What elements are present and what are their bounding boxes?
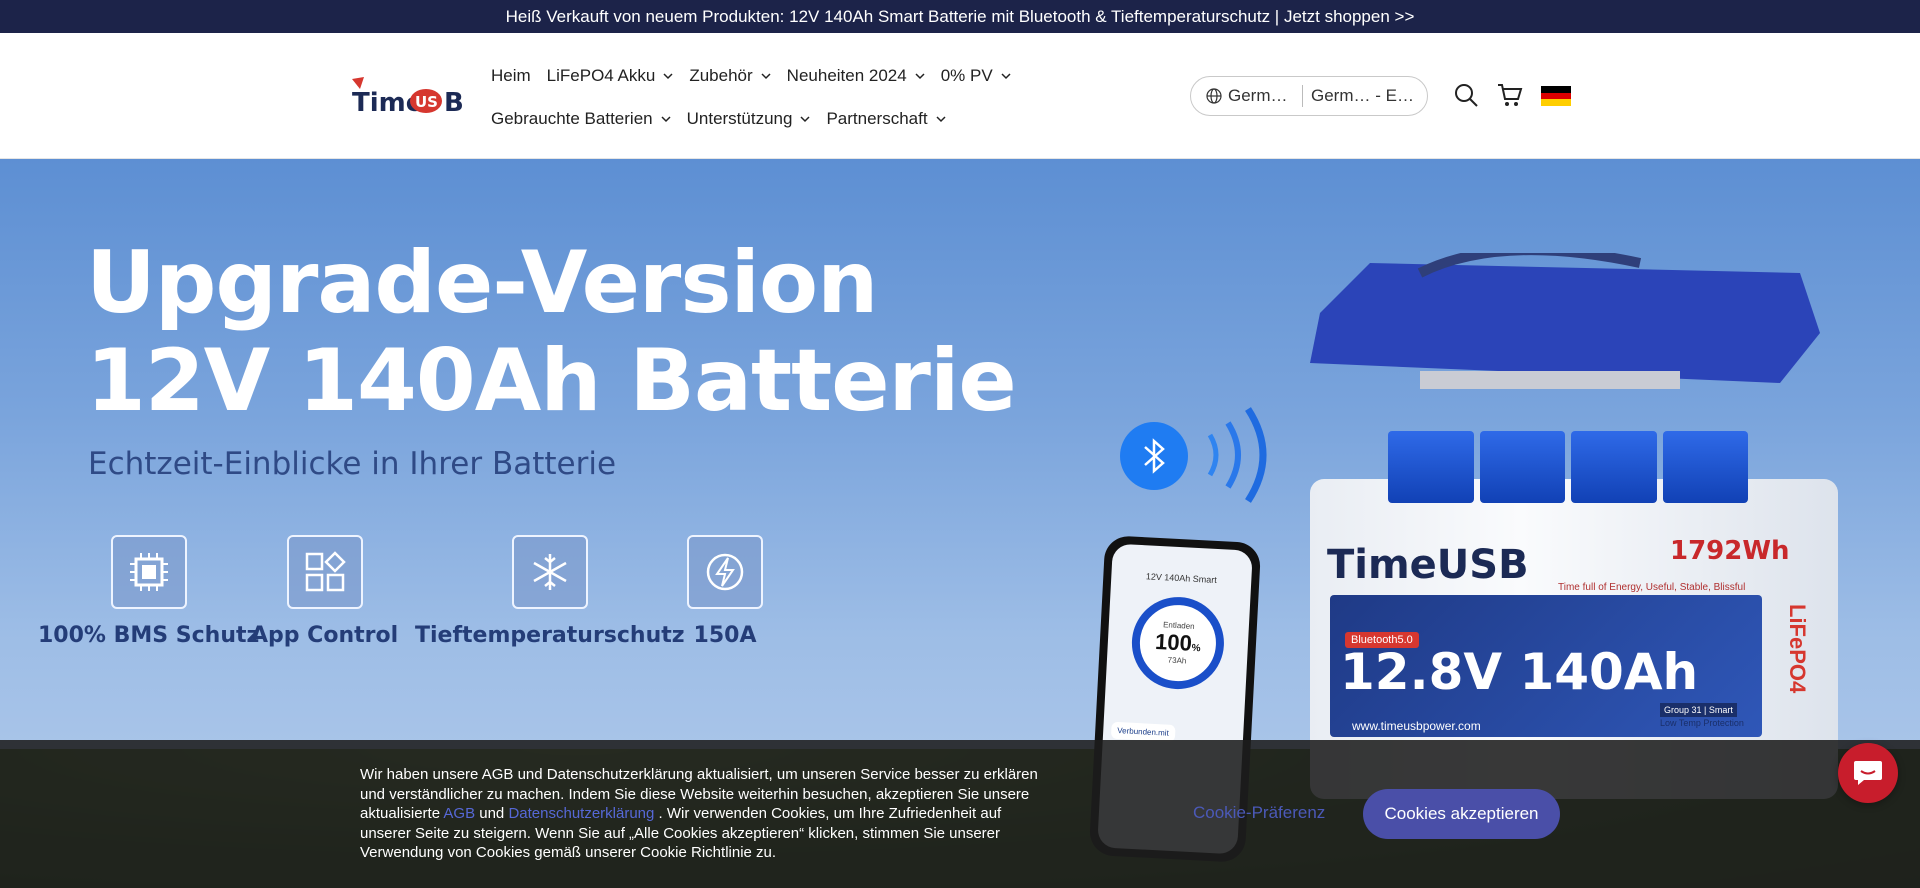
cart-icon[interactable] [1496,81,1524,109]
feature-app-control: App Control [251,535,398,648]
language-value: Germ… [1228,86,1288,105]
apps-icon [286,535,363,609]
search-icon[interactable] [1452,81,1480,109]
hero-title-line-1: Upgrade-Version [86,233,878,333]
battery-low-temp: Low Temp Protection [1660,718,1744,728]
hero-title-line-2: 12V 140Ah Batterie [86,331,1017,431]
chevron-down-icon [663,73,673,80]
phone-connection: Verbunden.mit [1110,721,1176,743]
nav-label: Partnerschaft [826,109,928,128]
nav-label: Heim [491,66,531,85]
svg-text:US: US [415,93,438,111]
chevron-down-icon [1001,73,1011,80]
feature-150a: 150A [687,535,763,648]
feature-bms: 100% BMS Schutz [38,535,259,648]
feature-label: 100% BMS Schutz [38,623,260,648]
site-logo[interactable]: Timc US B [350,75,470,119]
site-header: Timc US B Heim LiFePO4 Akku Zubehör Neuh… [0,33,1920,159]
snowflake-icon [511,535,588,609]
nav-label: Zubehör [689,66,753,85]
phone-soc-ring: Entladen 100% 73Ah [1129,594,1227,692]
cookie-banner: Wir haben unsere AGB und Datenschutzerkl… [0,740,1920,888]
chevron-down-icon [661,116,671,123]
locale-selector[interactable]: Germ… Germ… - E… [1190,76,1428,116]
battery-lid-icon [1310,253,1820,389]
chevron-down-icon [915,73,925,80]
chat-button[interactable] [1838,743,1898,803]
battery-energy: 1792Wh [1670,536,1790,566]
currency-value: Germ… - E… [1311,86,1414,105]
chevron-down-icon [800,116,810,123]
battery-website: www.timeusbpower.com [1352,719,1481,733]
nav-label: 0% PV [940,66,993,85]
svg-text:B: B [444,88,464,118]
nav-item-zubehoer[interactable]: Zubehör [681,61,778,91]
feature-label: Tieftemperaturschutz [415,623,685,648]
nav-label: Unterstützung [686,109,793,128]
cookie-text-and: und [475,805,509,822]
battery-group: Group 31 | Smart [1660,703,1737,717]
chevron-down-icon [761,73,771,80]
hero-subtitle: Echtzeit-Einblicke in Ihrer Batterie [88,446,617,482]
globe-icon [1206,88,1222,104]
nav-label: Neuheiten 2024 [786,66,907,85]
nav-label: Gebrauchte Batterien [491,109,653,128]
phone-app-title: 12V 140Ah Smart [1145,571,1218,586]
announcement-bar[interactable]: Heiß Verkauft von neuem Produkten: 12V 1… [0,0,1920,33]
nav-label: LiFePO4 Akku [546,66,656,85]
lightning-icon [687,535,763,609]
language-select[interactable]: Germ… [1191,85,1303,107]
nav-item-lifepo4-akku[interactable]: LiFePO4 Akku [539,61,682,91]
accept-cookies-button[interactable]: Cookies akzeptieren [1363,789,1560,839]
nav-item-gebrauchte-batterien[interactable]: Gebrauchte Batterien [491,104,679,134]
germany-flag-icon[interactable] [1541,86,1571,107]
currency-select[interactable]: Germ… - E… [1303,86,1414,106]
nav-item-heim[interactable]: Heim [491,61,539,91]
cookie-preference-button[interactable]: Cookie-Präferenz [1193,803,1325,823]
nav-item-partnerschaft[interactable]: Partnerschaft [818,104,953,134]
battery-tagline: Time full of Energy, Useful, Stable, Bli… [1558,582,1746,593]
nav-item-0-pv[interactable]: 0% PV [933,61,1019,91]
nav-item-unterstuetzung[interactable]: Unterstützung [679,104,819,134]
phone-capacity: 73Ah [1167,655,1187,666]
main-nav-row-2: Gebrauchte Batterien Unterstützung Partn… [491,104,954,134]
agb-link[interactable]: AGB [443,805,475,822]
hero-title: Upgrade-Version 12V 140Ah Batterie [86,233,1017,431]
battery-chemistry: LiFePO4 [1785,604,1810,694]
timeusb-logo-icon: Timc US B [352,77,464,118]
feature-low-temp: Tieftemperaturschutz [415,535,685,648]
cookie-text: Wir haben unsere AGB und Datenschutzerkl… [360,765,1050,863]
battery-brand: TimeUSB [1327,542,1529,588]
privacy-link[interactable]: Datenschutzerklärung [508,805,654,822]
nav-item-neuheiten-2024[interactable]: Neuheiten 2024 [779,61,933,91]
feature-label: 150A [693,623,757,648]
battery-cells [1388,431,1748,503]
main-nav-row-1: Heim LiFePO4 Akku Zubehör Neuheiten 2024… [491,61,1019,91]
chip-icon [110,535,187,609]
announcement-text[interactable]: Heiß Verkauft von neuem Produkten: 12V 1… [506,7,1415,27]
chevron-down-icon [936,116,946,123]
bluetooth-icon [1120,422,1188,490]
phone-percent: 100% [1154,628,1201,656]
feature-label: App Control [251,623,399,648]
signal-waves-icon [1207,407,1267,503]
chat-icon [1854,761,1882,785]
battery-spec: 12.8V 140Ah [1340,643,1699,701]
